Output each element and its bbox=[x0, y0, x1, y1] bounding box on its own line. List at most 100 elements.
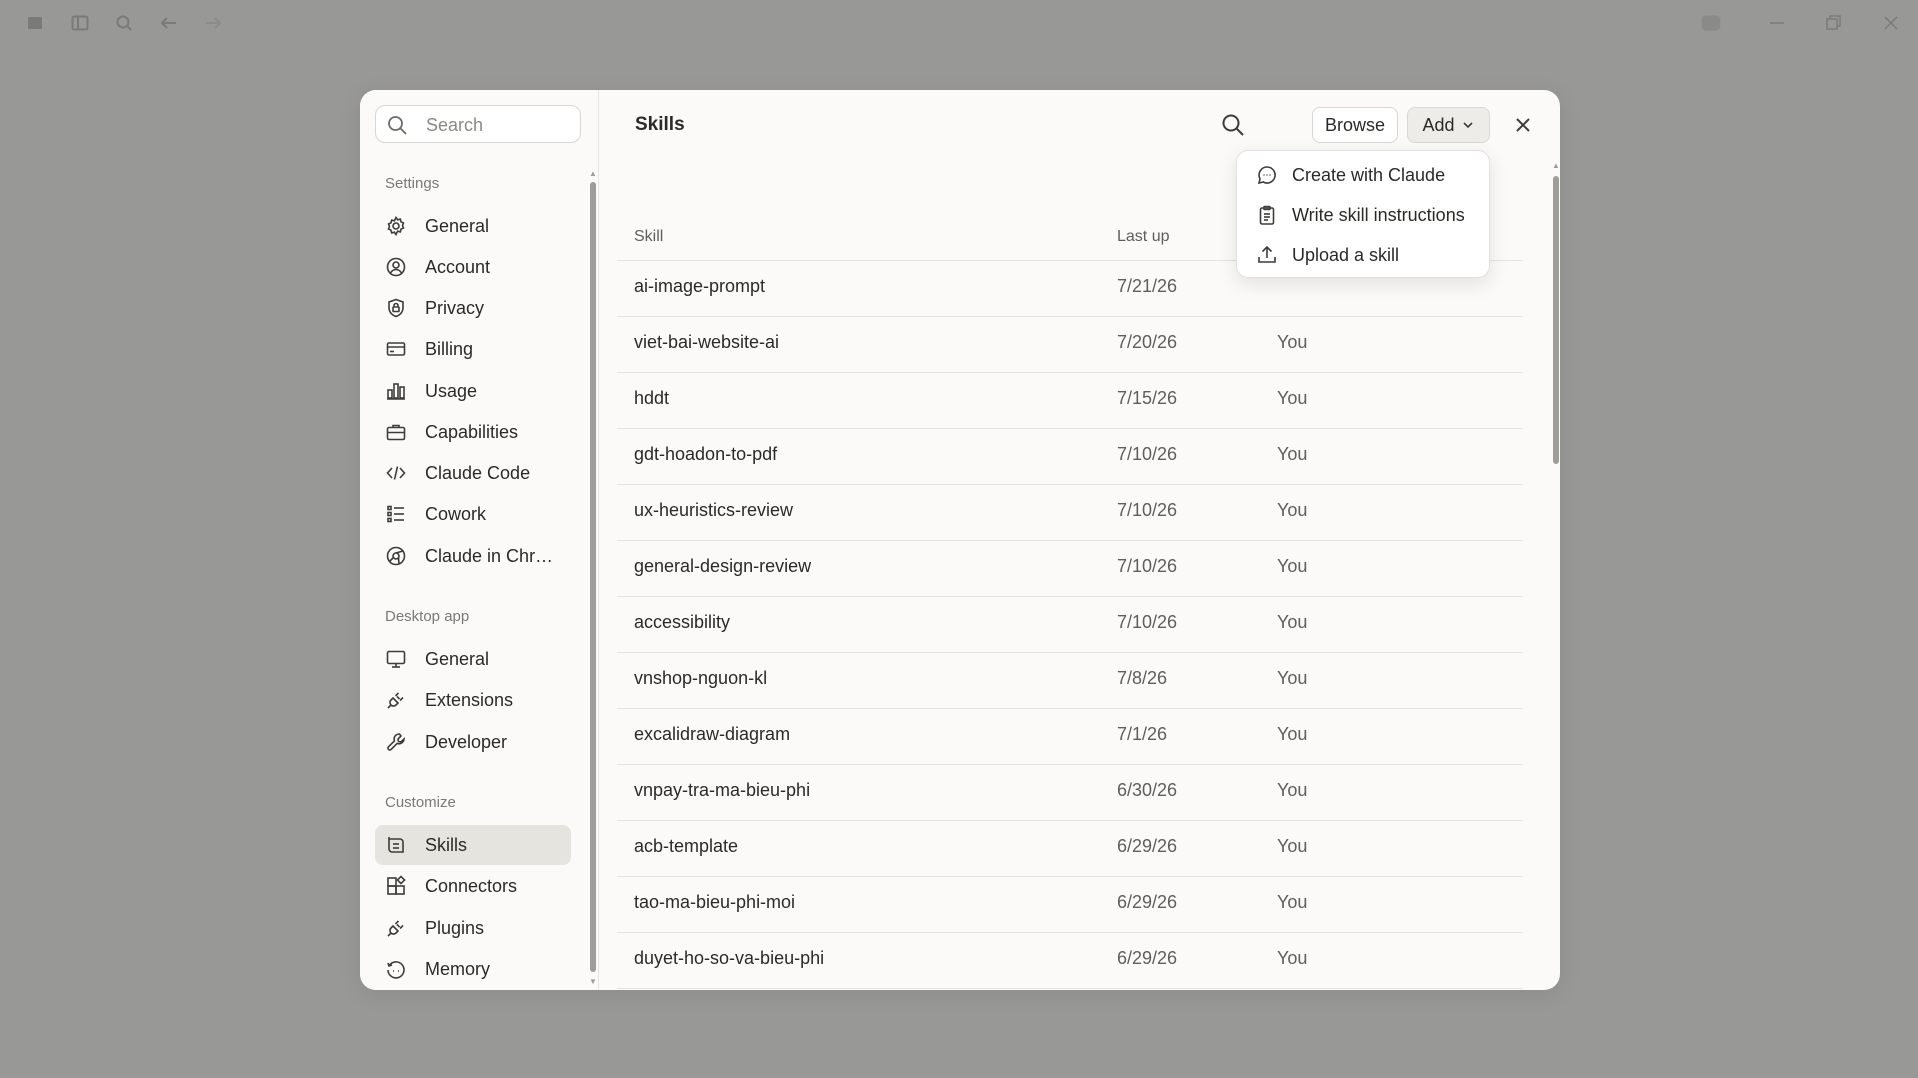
last-updated-cell: 7/1/26 bbox=[1117, 724, 1168, 744]
sidebar-item-account[interactable]: Account bbox=[375, 247, 571, 287]
updated-by-cell: You bbox=[1277, 556, 1308, 576]
table-row[interactable]: viet-bai-website-ai 7/20/26 You bbox=[617, 317, 1523, 373]
column-header-skill[interactable]: Skill bbox=[634, 228, 663, 246]
table-row[interactable]: acb-template 6/29/26 You bbox=[617, 821, 1523, 877]
sidebar-scrollbar[interactable]: ▲ ▼ bbox=[589, 170, 597, 988]
skill-name-cell: duyet-ho-so-va-bieu-phi bbox=[634, 948, 825, 968]
code-brackets-icon bbox=[385, 462, 407, 484]
close-icon[interactable] bbox=[1512, 114, 1534, 136]
sidebar-item-desktop-general[interactable]: General bbox=[375, 639, 571, 679]
scroll-up-arrow-icon[interactable]: ▲ bbox=[1552, 162, 1560, 170]
sidebar-item-label: Cowork bbox=[425, 503, 487, 524]
sidebar-item-label: Skills bbox=[425, 834, 468, 855]
sidebar-item-plugins[interactable]: Plugins bbox=[375, 908, 571, 948]
main-scrollbar-thumb[interactable] bbox=[1553, 176, 1559, 464]
sidebar-item-skills[interactable]: Skills bbox=[375, 825, 571, 865]
skill-name-cell: vnshop-nguon-kl bbox=[634, 668, 768, 688]
skill-name-cell: acb-template bbox=[634, 836, 739, 856]
sidebar-item-privacy[interactable]: Privacy bbox=[375, 288, 571, 328]
page-title: Skills bbox=[635, 114, 685, 135]
sidebar-item-label: Account bbox=[425, 256, 491, 277]
menu-item-upload-a-skill[interactable]: Upload a skill bbox=[1237, 235, 1489, 275]
wrench-icon bbox=[385, 731, 407, 753]
sidebar-item-usage[interactable]: Usage bbox=[375, 371, 571, 411]
browse-button[interactable]: Browse bbox=[1312, 107, 1398, 143]
last-updated-cell: 6/29/26 bbox=[1117, 892, 1178, 912]
column-header-last-updated[interactable]: Last up bbox=[1117, 228, 1169, 246]
window-close-icon[interactable] bbox=[1880, 12, 1902, 34]
account-icon[interactable] bbox=[1700, 12, 1726, 34]
table-row[interactable]: vnshop-nguon-kl 7/8/26 You bbox=[617, 653, 1523, 709]
upload-icon bbox=[1256, 244, 1278, 266]
sidebar-item-claude-in-chrome[interactable]: Claude in Chr… bbox=[375, 536, 571, 576]
skills-icon bbox=[385, 834, 407, 856]
table-row[interactable]: ux-heuristics-review 7/10/26 You bbox=[617, 485, 1523, 541]
settings-sidebar: Settings General Account Privacy Billing… bbox=[360, 90, 599, 990]
menu-item-label: Upload a skill bbox=[1292, 244, 1400, 265]
last-updated-cell: 7/10/26 bbox=[1117, 612, 1178, 632]
last-updated-cell: 6/29/26 bbox=[1117, 836, 1178, 856]
minimize-icon[interactable] bbox=[1766, 12, 1788, 34]
table-row[interactable]: hddt 7/15/26 You bbox=[617, 373, 1523, 429]
sidebar-item-memory[interactable]: Memory bbox=[375, 949, 571, 989]
checklist-icon bbox=[385, 503, 407, 525]
plug-icon bbox=[385, 917, 407, 939]
table-row[interactable]: tao-ma-bieu-phi-moi 6/29/26 You bbox=[617, 877, 1523, 933]
sidebar-item-general[interactable]: General bbox=[375, 206, 571, 246]
skill-name-cell: tao-ma-bieu-phi-moi bbox=[634, 892, 796, 912]
skill-name-cell: gdt-hoadon-to-pdf bbox=[634, 444, 778, 464]
main-scrollbar[interactable]: ▲ bbox=[1552, 162, 1560, 988]
updated-by-cell: You bbox=[1277, 444, 1308, 464]
sidebar-item-label: Memory bbox=[425, 958, 491, 979]
bar-chart-icon bbox=[385, 380, 407, 402]
sidebar-item-extensions[interactable]: Extensions bbox=[375, 680, 571, 720]
sidebar-item-developer[interactable]: Developer bbox=[375, 722, 571, 762]
sidebar-item-label: Claude in Chr… bbox=[425, 545, 554, 566]
search-icon[interactable] bbox=[1220, 112, 1250, 142]
last-updated-cell: 7/15/26 bbox=[1117, 388, 1178, 408]
gear-icon bbox=[385, 215, 407, 237]
updated-by-cell: You bbox=[1277, 948, 1308, 968]
credit-card-icon bbox=[385, 338, 407, 360]
sidebar-item-label: General bbox=[425, 648, 490, 669]
menu-item-label: Write skill instructions bbox=[1292, 204, 1465, 225]
menu-item-write-skill-instructions[interactable]: Write skill instructions bbox=[1237, 195, 1489, 235]
search-input[interactable] bbox=[424, 106, 578, 144]
scroll-down-arrow-icon[interactable]: ▼ bbox=[589, 978, 597, 986]
back-arrow-icon[interactable] bbox=[158, 12, 180, 34]
menu-icon[interactable] bbox=[24, 12, 46, 34]
skill-name-cell: hddt bbox=[634, 388, 670, 408]
sidebar-item-claude-code[interactable]: Claude Code bbox=[375, 453, 571, 493]
skill-name-cell: ux-heuristics-review bbox=[634, 500, 794, 520]
sidebar-search[interactable] bbox=[375, 105, 581, 144]
search-icon[interactable] bbox=[113, 12, 135, 34]
add-button[interactable]: Add bbox=[1407, 107, 1490, 143]
sidebar-item-capabilities[interactable]: Capabilities bbox=[375, 412, 571, 452]
scroll-up-arrow-icon[interactable]: ▲ bbox=[589, 170, 597, 178]
chevron-down-icon bbox=[1461, 118, 1475, 132]
forward-arrow-icon[interactable] bbox=[202, 12, 224, 34]
menu-item-create-with-claude[interactable]: Create with Claude bbox=[1237, 155, 1489, 195]
table-row[interactable]: general-design-review 7/10/26 You bbox=[617, 541, 1523, 597]
table-row[interactable]: excalidraw-diagram 7/1/26 You bbox=[617, 709, 1523, 765]
sidebar-item-cowork[interactable]: Cowork bbox=[375, 494, 571, 534]
sidebar-item-connectors[interactable]: Connectors bbox=[375, 866, 571, 906]
monitor-icon bbox=[385, 648, 407, 670]
updated-by-cell: You bbox=[1277, 388, 1308, 408]
table-row[interactable]: accessibility 7/10/26 You bbox=[617, 597, 1523, 653]
table-row[interactable]: bidv-spos6/29/26You bbox=[617, 989, 1523, 990]
sidebar-item-label: Plugins bbox=[425, 917, 485, 938]
sidebar-item-billing[interactable]: Billing bbox=[375, 329, 571, 369]
table-row[interactable]: gdt-hoadon-to-pdf 7/10/26 You bbox=[617, 429, 1523, 485]
sidebar-toggle-icon[interactable] bbox=[69, 12, 91, 34]
shield-lock-icon bbox=[385, 297, 407, 319]
sidebar-scrollbar-thumb[interactable] bbox=[590, 182, 596, 972]
table-row[interactable]: vnpay-tra-ma-bieu-phi 6/30/26 You bbox=[617, 765, 1523, 821]
chat-bubble-icon bbox=[1256, 164, 1278, 186]
table-row[interactable]: duyet-ho-so-va-bieu-phi 6/29/26 You bbox=[617, 933, 1523, 989]
memory-icon bbox=[385, 958, 407, 980]
skill-name-cell: vnpay-tra-ma-bieu-phi bbox=[634, 780, 811, 800]
maximize-icon[interactable] bbox=[1822, 12, 1844, 34]
last-updated-cell: 6/30/26 bbox=[1117, 780, 1178, 800]
updated-by-cell: You bbox=[1277, 780, 1308, 800]
